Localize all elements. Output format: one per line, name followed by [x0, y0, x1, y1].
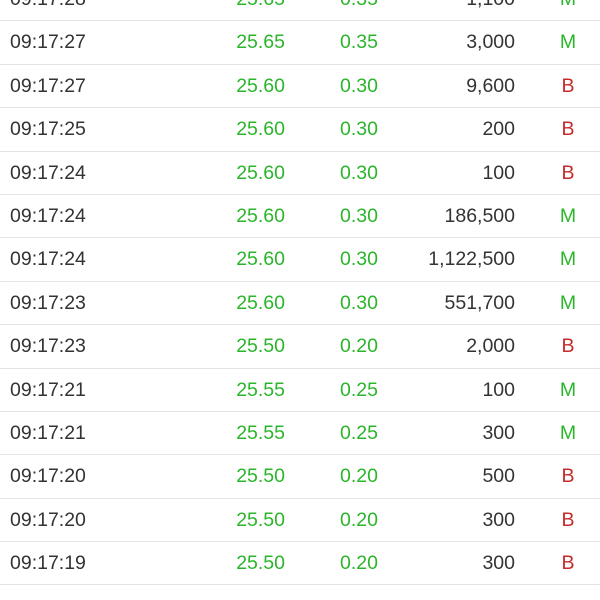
table-row[interactable]: 09:17:19 25.50 0.20 300 B: [0, 542, 600, 586]
trade-volume: 186,500: [444, 204, 516, 227]
table-row[interactable]: 09:17:24 25.60 0.30 1,122,500 M: [0, 238, 600, 282]
table-row[interactable]: 09:17:27 25.60 0.30 9,600 B: [0, 65, 600, 109]
trade-time: 09:17:23: [10, 335, 86, 358]
table-row[interactable]: 09:17:21 25.55 0.25 100 M: [0, 369, 600, 412]
trade-price: 25.65: [236, 31, 285, 54]
trade-price: 25.65: [236, 0, 285, 21]
trade-price: 25.50: [236, 508, 285, 531]
trade-time: 09:17:24: [10, 248, 86, 271]
trade-side: B: [561, 161, 575, 184]
trade-price: 25.60: [236, 118, 285, 141]
table-row[interactable]: 09:17:21 25.55 0.25 300 M: [0, 412, 600, 456]
trade-change: 0.35: [340, 0, 378, 21]
trade-side: B: [561, 508, 575, 531]
table-row[interactable]: 09:17:23 25.50 0.20 2,000 B: [0, 325, 600, 369]
trade-change: 0.30: [340, 204, 378, 227]
trade-side: B: [561, 552, 575, 575]
trade-side: M: [559, 248, 577, 271]
trade-change: 0.25: [340, 421, 378, 444]
trade-change: 0.20: [340, 508, 378, 531]
trade-change: 0.25: [340, 378, 378, 401]
trade-side: B: [561, 118, 575, 141]
trade-change: 0.30: [340, 291, 378, 314]
table-row[interactable]: 09:17:24 25.60 0.30 100 B: [0, 152, 600, 195]
trade-time: 09:17:27: [10, 31, 86, 54]
trade-side: B: [561, 465, 575, 488]
table-row[interactable]: 09:17:20 25.50 0.20 300 B: [0, 499, 600, 543]
trade-time: 09:17:28: [10, 0, 86, 21]
trade-time: 09:17:19: [10, 552, 86, 575]
trade-change: 0.35: [340, 31, 378, 54]
trade-volume: 1,122,500: [428, 248, 515, 271]
trade-side: B: [561, 74, 575, 97]
trade-price: 25.60: [236, 291, 285, 314]
trade-side: M: [559, 204, 577, 227]
trade-volume: 200: [482, 118, 515, 141]
trade-time: 09:17:23: [10, 291, 86, 314]
trade-change: 0.20: [340, 335, 378, 358]
trade-volume: 9,600: [466, 74, 515, 97]
trade-volume: 551,700: [444, 291, 516, 314]
trade-price: 25.60: [236, 161, 285, 184]
trade-change: 0.20: [340, 552, 378, 575]
table-row[interactable]: 09:17:28 25.65 0.35 1,100 M: [0, 0, 600, 22]
trade-volume: 300: [482, 421, 515, 444]
trade-rows: 09:17:28 25.65 0.35 1,100 M 09:17:27 25.65 0.35…: [0, 0, 600, 586]
trade-time: 09:17:25: [10, 118, 86, 141]
trade-volume: 300: [482, 508, 515, 531]
trade-volume: 300: [482, 552, 515, 575]
table-row[interactable]: 09:17:27 25.65 0.35 3,000 M: [0, 21, 600, 65]
trade-price: 25.60: [236, 74, 285, 97]
trade-volume: 500: [482, 465, 515, 488]
trade-side: M: [559, 421, 577, 444]
trade-volume: 100: [482, 161, 515, 184]
trade-price: 25.50: [236, 552, 285, 575]
trade-change: 0.30: [340, 248, 378, 271]
trade-time: 09:17:24: [10, 204, 86, 227]
table-row[interactable]: 09:17:20 25.50 0.20 500 B: [0, 455, 600, 499]
trade-side: B: [561, 335, 575, 358]
trade-time: 09:17:24: [10, 161, 86, 184]
trade-side: M: [559, 378, 577, 401]
trade-price: 25.60: [236, 204, 285, 227]
trade-volume: 2,000: [466, 335, 515, 358]
trade-change: 0.30: [340, 118, 378, 141]
trade-change: 0.30: [340, 74, 378, 97]
trade-price: 25.60: [236, 248, 285, 271]
trade-volume: 100: [482, 378, 515, 401]
trade-price: 25.55: [236, 378, 285, 401]
trade-price: 25.55: [236, 421, 285, 444]
trade-time: 09:17:20: [10, 465, 86, 488]
trade-change: 0.30: [340, 161, 378, 184]
table-row[interactable]: 09:17:25 25.60 0.30 200 B: [0, 108, 600, 152]
trade-side: M: [559, 291, 577, 314]
trade-list[interactable]: 09:17:28 25.65 0.35 1,100 M 09:17:27 25.65 0.35…: [0, 0, 600, 600]
trade-time: 09:17:21: [10, 421, 86, 444]
trade-change: 0.20: [340, 465, 378, 488]
table-row[interactable]: 09:17:23 25.60 0.30 551,700 M: [0, 282, 600, 326]
table-row[interactable]: 09:17:24 25.60 0.30 186,500 M: [0, 195, 600, 239]
trade-time: 09:17:20: [10, 508, 86, 531]
trade-volume: 1,100: [466, 0, 515, 21]
trade-price: 25.50: [236, 465, 285, 488]
trade-side: M: [559, 0, 577, 21]
trade-time: 09:17:27: [10, 74, 86, 97]
trade-time: 09:17:21: [10, 378, 86, 401]
trade-side: M: [559, 31, 577, 54]
trade-volume: 3,000: [466, 31, 515, 54]
trade-price: 25.50: [236, 335, 285, 358]
